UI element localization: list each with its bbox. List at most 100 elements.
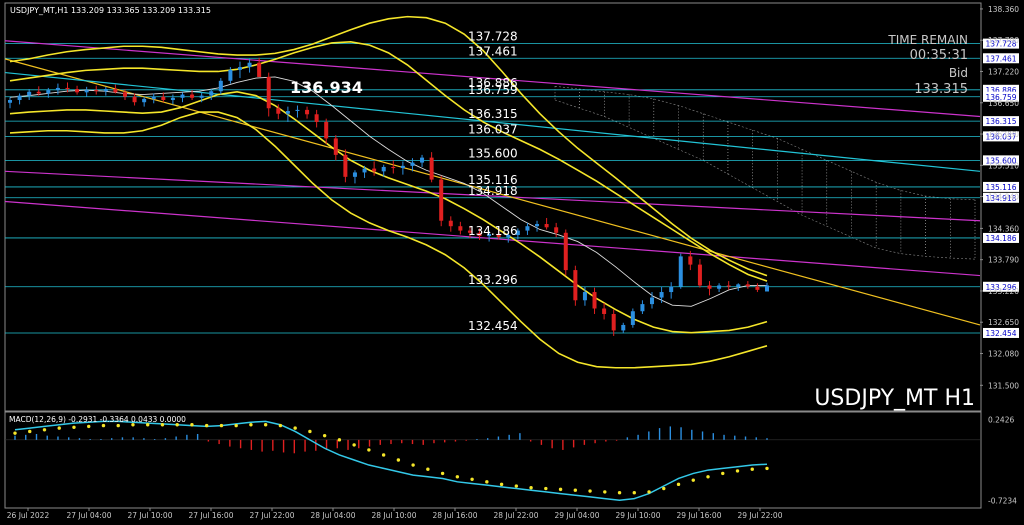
macd-tick-label: 0.2426 bbox=[988, 415, 1014, 424]
macd-signal-dot bbox=[278, 423, 283, 428]
macd-signal-dot bbox=[263, 423, 268, 427]
macd-signal-dot bbox=[544, 486, 548, 491]
candle-body bbox=[573, 270, 578, 301]
candle-body bbox=[582, 292, 587, 301]
candle-body bbox=[688, 256, 693, 265]
candle-body bbox=[8, 100, 12, 103]
candle-body bbox=[237, 67, 242, 70]
price-tick-label: 135.510 bbox=[988, 161, 1019, 170]
macd-signal-dot bbox=[293, 426, 297, 430]
macd-signal-dot bbox=[573, 488, 578, 492]
level-label: 134.186 bbox=[468, 224, 518, 238]
candle-body bbox=[697, 264, 702, 286]
macd-signal-dot bbox=[101, 423, 106, 428]
macd-signal-dot bbox=[558, 487, 563, 492]
candle-body bbox=[717, 285, 722, 289]
candle-body bbox=[420, 157, 425, 163]
candle-body bbox=[736, 284, 741, 287]
candle-body bbox=[199, 95, 204, 98]
chart-window: 137.728 137.461 136.886 136.759 136.315 136.0… bbox=[0, 0, 1024, 521]
level-price-box-text: 134.186 bbox=[985, 234, 1016, 243]
candle-body bbox=[429, 157, 434, 180]
macd-signal-dot bbox=[455, 475, 460, 479]
level-label: 136.037 bbox=[468, 122, 518, 136]
price-tick-label: 137.220 bbox=[988, 67, 1019, 76]
bid-value: 133.315 bbox=[914, 82, 968, 97]
macd-signal-dot bbox=[765, 466, 769, 471]
price-tick-label: 132.650 bbox=[988, 318, 1019, 327]
macd-signal-dot bbox=[116, 423, 120, 428]
macd-signal-dot bbox=[721, 471, 725, 476]
candle-body bbox=[65, 87, 70, 90]
candle-body bbox=[180, 94, 185, 98]
time-tick-label: 27 Jul 10:00 bbox=[128, 511, 173, 520]
candle-body bbox=[36, 91, 41, 94]
candle-body bbox=[113, 89, 118, 93]
chart-canvas[interactable]: 137.728137.461136.886136.759136.315136.0… bbox=[0, 0, 1024, 521]
candle-body bbox=[170, 97, 175, 101]
candle-body bbox=[563, 232, 568, 271]
macd-signal-dot bbox=[485, 480, 489, 484]
candle-body bbox=[247, 62, 252, 68]
candle-body bbox=[381, 166, 386, 172]
price-tick-label: 137.790 bbox=[988, 36, 1019, 45]
macd-signal-dot bbox=[529, 485, 533, 490]
time-tick-label: 27 Jul 04:00 bbox=[67, 511, 112, 520]
macd-signal-dot bbox=[57, 426, 61, 430]
candle-body bbox=[103, 89, 108, 92]
time-tick-label: 27 Jul 16:00 bbox=[189, 511, 234, 520]
time-tick-label: 29 Jul 04:00 bbox=[555, 511, 600, 520]
macd-signal-dot bbox=[440, 471, 445, 476]
symbol-header: USDJPY_MT,H1 133.209 133.365 133.209 133… bbox=[10, 6, 211, 15]
candle-body bbox=[745, 284, 750, 287]
candle-body bbox=[765, 285, 769, 292]
macd-signal-dot bbox=[322, 433, 327, 438]
candle-body bbox=[630, 311, 635, 325]
candle-body bbox=[266, 76, 271, 109]
price-tick-label: 133.790 bbox=[988, 256, 1019, 265]
candle-body bbox=[659, 292, 664, 298]
macd-signal-dot bbox=[647, 490, 651, 494]
candle-body bbox=[151, 96, 156, 99]
candle-body bbox=[525, 226, 530, 231]
candle-body bbox=[17, 95, 22, 101]
candle-body bbox=[592, 292, 597, 309]
candle-body bbox=[46, 90, 51, 94]
candle-body bbox=[132, 96, 137, 103]
macd-signal-dot bbox=[691, 478, 695, 482]
macd-signal-dot bbox=[308, 429, 312, 434]
candle-body bbox=[305, 109, 310, 115]
macd-signal-dot bbox=[234, 423, 238, 428]
macd-signal-dot bbox=[352, 443, 356, 447]
level-label: 137.728 bbox=[468, 30, 518, 44]
macd-signal-dot bbox=[514, 484, 519, 488]
macd-signal-dot bbox=[662, 486, 666, 491]
macd-signal-dot bbox=[204, 423, 209, 428]
candle-body bbox=[276, 108, 281, 114]
candle-body bbox=[352, 172, 357, 177]
level-label: 133.296 bbox=[468, 273, 518, 287]
candle-body bbox=[27, 91, 32, 96]
macd-signal-dot bbox=[337, 438, 342, 442]
macd-signal-dot bbox=[367, 448, 371, 452]
macd-signal-dot bbox=[588, 489, 592, 493]
macd-signal-dot bbox=[750, 467, 754, 471]
level-price-box-text: 136.315 bbox=[985, 117, 1016, 126]
macd-signal-dot bbox=[72, 425, 76, 429]
candle-body bbox=[314, 114, 319, 122]
level-label: 135.600 bbox=[468, 146, 518, 160]
level-label: 132.454 bbox=[468, 319, 518, 333]
time-tick-label: 28 Jul 16:00 bbox=[433, 511, 478, 520]
macd-signal-dot bbox=[499, 482, 504, 487]
candle-body bbox=[410, 162, 415, 166]
macd-signal-dot bbox=[426, 467, 430, 471]
candle-body bbox=[535, 224, 540, 227]
price-tick-label: 131.500 bbox=[988, 381, 1019, 390]
time-tick-label: 29 Jul 10:00 bbox=[616, 511, 661, 520]
candle-body bbox=[94, 90, 99, 92]
time-tick-label: 29 Jul 16:00 bbox=[677, 511, 722, 520]
macd-signal-dot bbox=[632, 491, 636, 495]
level-label: 136.315 bbox=[468, 107, 518, 121]
price-tick-label: 136.650 bbox=[988, 99, 1019, 108]
time-tick-label: 28 Jul 10:00 bbox=[372, 511, 417, 520]
